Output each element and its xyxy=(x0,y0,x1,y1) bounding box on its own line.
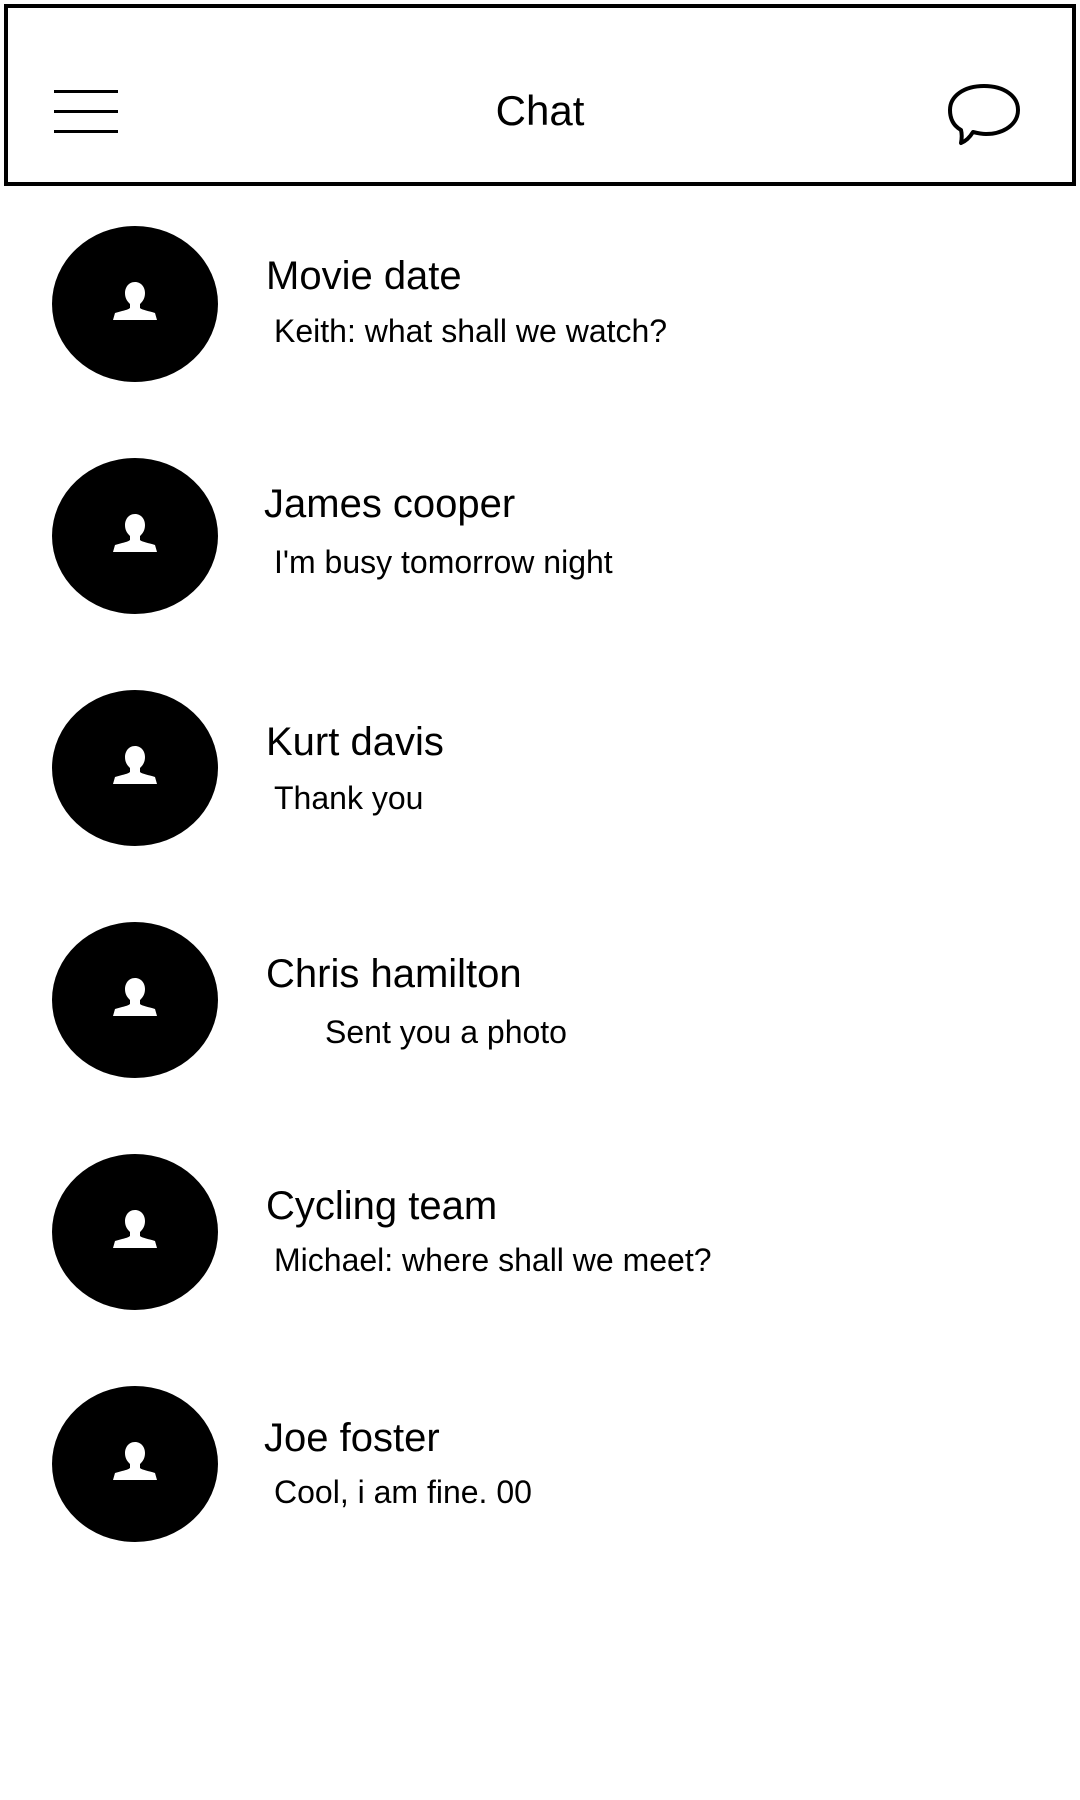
user-icon xyxy=(113,1210,157,1248)
chat-preview: Michael: where shall we meet? xyxy=(274,1242,712,1278)
avatar xyxy=(52,458,218,614)
chat-list: Movie date Keith: what shall we watch? J… xyxy=(0,224,1080,1616)
avatar xyxy=(52,226,218,382)
chat-item-joe-foster[interactable]: Joe foster Cool, i am fine. 00 xyxy=(0,1384,1080,1616)
chat-preview: Sent you a photo xyxy=(325,1014,567,1050)
avatar xyxy=(52,690,218,846)
chat-name: Chris hamilton xyxy=(266,952,522,996)
user-icon xyxy=(113,978,157,1016)
chat-preview: Cool, i am fine. 00 xyxy=(274,1474,532,1510)
chat-preview: I'm busy tomorrow night xyxy=(274,544,613,580)
new-chat-button[interactable] xyxy=(946,80,1022,148)
chat-preview: Keith: what shall we watch? xyxy=(274,313,668,349)
speech-bubble-icon xyxy=(948,84,1020,145)
avatar xyxy=(52,1386,218,1542)
user-icon xyxy=(113,1442,157,1480)
chat-name: Kurt davis xyxy=(266,720,444,764)
page-title: Chat xyxy=(495,87,585,134)
chat-name: James cooper xyxy=(264,482,516,526)
chat-name: Cycling team xyxy=(266,1184,498,1228)
chat-name: Joe foster xyxy=(264,1416,440,1460)
avatar xyxy=(52,1154,218,1310)
chat-item-cycling-team[interactable]: Cycling team Michael: where shall we mee… xyxy=(0,1152,1080,1384)
app-header: Chat xyxy=(4,4,1076,186)
chat-item-movie-date[interactable]: Movie date Keith: what shall we watch? xyxy=(0,224,1080,456)
user-icon xyxy=(113,746,157,784)
chat-name: Movie date xyxy=(266,254,462,298)
chat-item-kurt-davis[interactable]: Kurt davis Thank you xyxy=(0,688,1080,920)
user-icon xyxy=(113,514,157,552)
avatar xyxy=(52,922,218,1078)
user-icon xyxy=(113,282,157,320)
chat-item-chris-hamilton[interactable]: Chris hamilton Sent you a photo xyxy=(0,920,1080,1152)
chat-item-james-cooper[interactable]: James cooper I'm busy tomorrow night xyxy=(0,456,1080,688)
chat-preview: Thank you xyxy=(274,780,424,816)
